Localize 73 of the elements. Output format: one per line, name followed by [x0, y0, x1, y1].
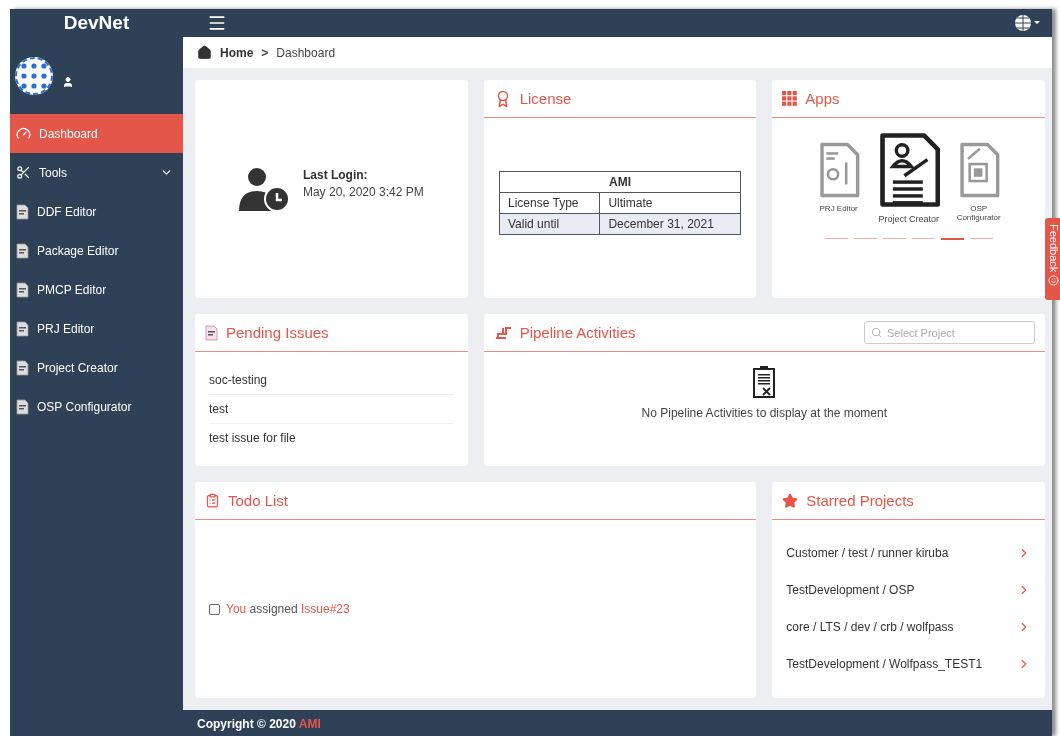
sidebar-item[interactable]: Tools: [10, 153, 183, 192]
issue-item[interactable]: soc-testing: [209, 366, 454, 395]
globe-logo-icon: [14, 55, 54, 96]
star-icon: [782, 492, 799, 509]
app-tile[interactable]: OSP Configurator: [948, 142, 1009, 222]
table-heading: AMI: [499, 171, 741, 193]
card-title: Pipeline Activities: [519, 324, 636, 341]
app-document-icon: [957, 142, 1000, 198]
copyright-text: Copyright © 2020 AMI: [197, 716, 321, 731]
sidebar-item[interactable]: Package Editor: [10, 231, 183, 270]
starred-project-item[interactable]: TestDevelopment / OSP: [786, 571, 1031, 608]
sidebar-item[interactable]: Dashboard: [10, 114, 183, 153]
gauge-icon: [16, 126, 31, 141]
app-label: Project Creator: [878, 214, 939, 224]
card-title: Todo List: [228, 492, 289, 509]
card-title: Pending Issues: [226, 324, 329, 341]
last-login-value: May 20, 2020 3:42 PM: [302, 184, 424, 199]
user-link[interactable]: You: [226, 602, 247, 616]
table-cell: Valid until: [499, 213, 600, 235]
sidebar-item[interactable]: DDF Editor: [10, 192, 183, 231]
home-link[interactable]: Home: [220, 45, 254, 60]
pipeline-icon: [493, 325, 512, 340]
sidebar-item[interactable]: PMCP Editor: [10, 270, 183, 309]
grid-icon: [782, 91, 798, 106]
document-icon: [16, 203, 29, 220]
app-document-icon: [877, 132, 940, 208]
carousel-indicator[interactable]: [940, 238, 964, 240]
empty-message: No Pipeline Activities to display at the moment: [641, 406, 888, 420]
app-tile[interactable]: PRJ Editor: [808, 142, 869, 213]
starred-project-item[interactable]: Customer / test / runner kiruba: [786, 534, 1031, 571]
issue-link[interactable]: Issue#23: [301, 602, 350, 616]
todo-checkbox[interactable]: [209, 603, 220, 615]
project-search-field[interactable]: Select Project: [864, 321, 1035, 344]
document-icon: [16, 359, 29, 376]
brand-title: DevNet: [62, 11, 131, 35]
clipboard-icon: [205, 493, 220, 508]
breadcrumb-current: Dashboard: [276, 45, 336, 60]
app-tile[interactable]: Project Creator: [870, 132, 947, 224]
clipboard-x-icon: [753, 366, 776, 398]
table-cell: License Type: [499, 192, 600, 214]
globe-menu-icon[interactable]: [1014, 14, 1040, 32]
app-document-icon: [817, 142, 860, 198]
starred-project-item[interactable]: core / LTS / dev / crb / wolfpass: [786, 608, 1031, 645]
document-icon: [16, 242, 29, 259]
sidebar-item[interactable]: PRJ Editor: [10, 309, 183, 348]
project-path: TestDevelopment / Wolfpass_TEST1: [786, 656, 983, 671]
menu-icon[interactable]: [207, 13, 227, 33]
feedback-tab[interactable]: Feedback: [1045, 218, 1060, 300]
project-path: TestDevelopment / OSP: [786, 582, 915, 597]
document-icon: [16, 398, 29, 415]
user-icon[interactable]: [62, 75, 74, 88]
app-label: PRJ Editor: [819, 204, 858, 213]
search-icon: [871, 327, 882, 338]
document-icon: [16, 281, 29, 298]
starred-project-item[interactable]: TestDevelopment / Wolfpass_TEST1: [786, 645, 1031, 682]
document-icon: [16, 320, 29, 337]
sidebar-item[interactable]: OSP Configurator: [10, 387, 183, 426]
sidebar-item[interactable]: Project Creator: [10, 348, 183, 387]
todo-text: You assigned Issue#23: [226, 602, 350, 616]
app-label: OSP Configurator: [955, 204, 1002, 222]
project-path: core / LTS / dev / crb / wolfpass: [786, 619, 954, 634]
last-login-label: Last Login:: [302, 167, 369, 182]
home-icon: [197, 45, 212, 60]
document-icon: [205, 324, 218, 341]
issue-item[interactable]: test: [209, 395, 454, 424]
card-title: Starred Projects: [806, 492, 914, 509]
issue-item[interactable]: test issue for file: [209, 424, 454, 452]
scissors-icon: [16, 165, 31, 180]
card-title: Apps: [805, 90, 840, 107]
project-path: Customer / test / runner kiruba: [786, 545, 949, 560]
smile-icon: [1048, 275, 1060, 287]
card-title: License: [519, 90, 572, 107]
breadcrumb-separator: >: [261, 45, 269, 60]
